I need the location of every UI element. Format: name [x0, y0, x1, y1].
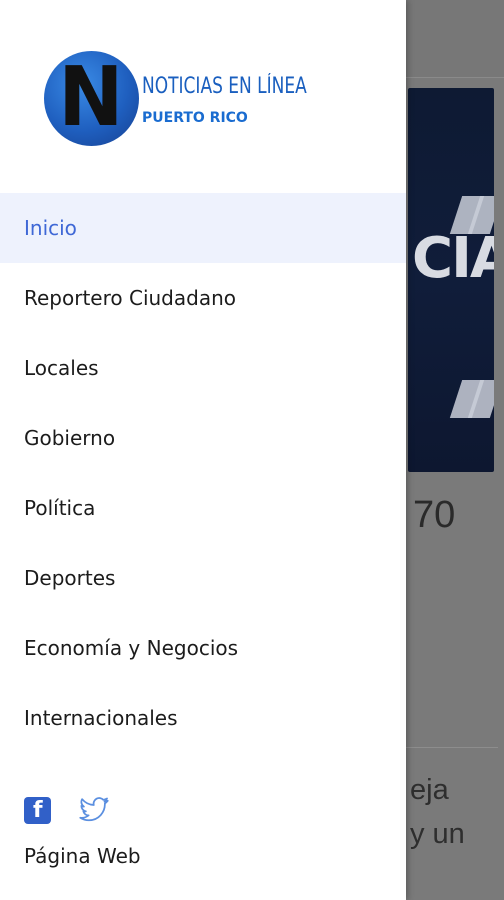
background-divider: [406, 747, 498, 748]
menu-item-gobierno[interactable]: Gobierno: [0, 403, 406, 473]
drawer-menu: Inicio Reportero Ciudadano Locales Gobie…: [0, 193, 406, 753]
navigation-drawer: N NOTICIAS EN LÍNEA PUERTO RICO Inicio R…: [0, 0, 406, 900]
web-page-link[interactable]: Página Web: [24, 844, 141, 868]
background-article-image: CIA: [408, 88, 494, 472]
background-app-bar: [406, 0, 504, 78]
menu-item-label: Locales: [24, 356, 99, 380]
menu-item-label: Economía y Negocios: [24, 636, 239, 660]
background-headline-fragment: 70: [413, 494, 456, 536]
menu-item-inicio[interactable]: Inicio: [0, 193, 406, 263]
background-snippet-line2: y un: [410, 818, 465, 850]
logo-circle: N: [44, 51, 139, 146]
background-snippet: eja y un: [410, 768, 465, 856]
menu-item-label: Reportero Ciudadano: [24, 286, 236, 310]
app-logo: N NOTICIAS EN LÍNEA PUERTO RICO: [44, 50, 314, 148]
social-links: f: [24, 797, 109, 824]
menu-item-economia-y-negocios[interactable]: Economía y Negocios: [0, 613, 406, 683]
menu-item-deportes[interactable]: Deportes: [0, 543, 406, 613]
twitter-icon[interactable]: [79, 797, 109, 824]
menu-item-label: Gobierno: [24, 426, 116, 450]
menu-item-internacionales[interactable]: Internacionales: [0, 683, 406, 753]
menu-item-label: Inicio: [24, 216, 77, 240]
facebook-icon[interactable]: f: [24, 797, 51, 824]
menu-item-label: Internacionales: [24, 706, 178, 730]
logo-monogram: N: [58, 51, 124, 145]
menu-item-politica[interactable]: Política: [0, 473, 406, 543]
menu-item-label: Política: [24, 496, 96, 520]
logo-subtitle: PUERTO RICO: [142, 110, 248, 126]
background-snippet-line1: eja: [410, 774, 449, 806]
menu-item-label: Deportes: [24, 566, 116, 590]
menu-item-reportero-ciudadano[interactable]: Reportero Ciudadano: [0, 263, 406, 333]
logo-title: NOTICIAS EN LÍNEA: [142, 74, 307, 99]
menu-item-locales[interactable]: Locales: [0, 333, 406, 403]
